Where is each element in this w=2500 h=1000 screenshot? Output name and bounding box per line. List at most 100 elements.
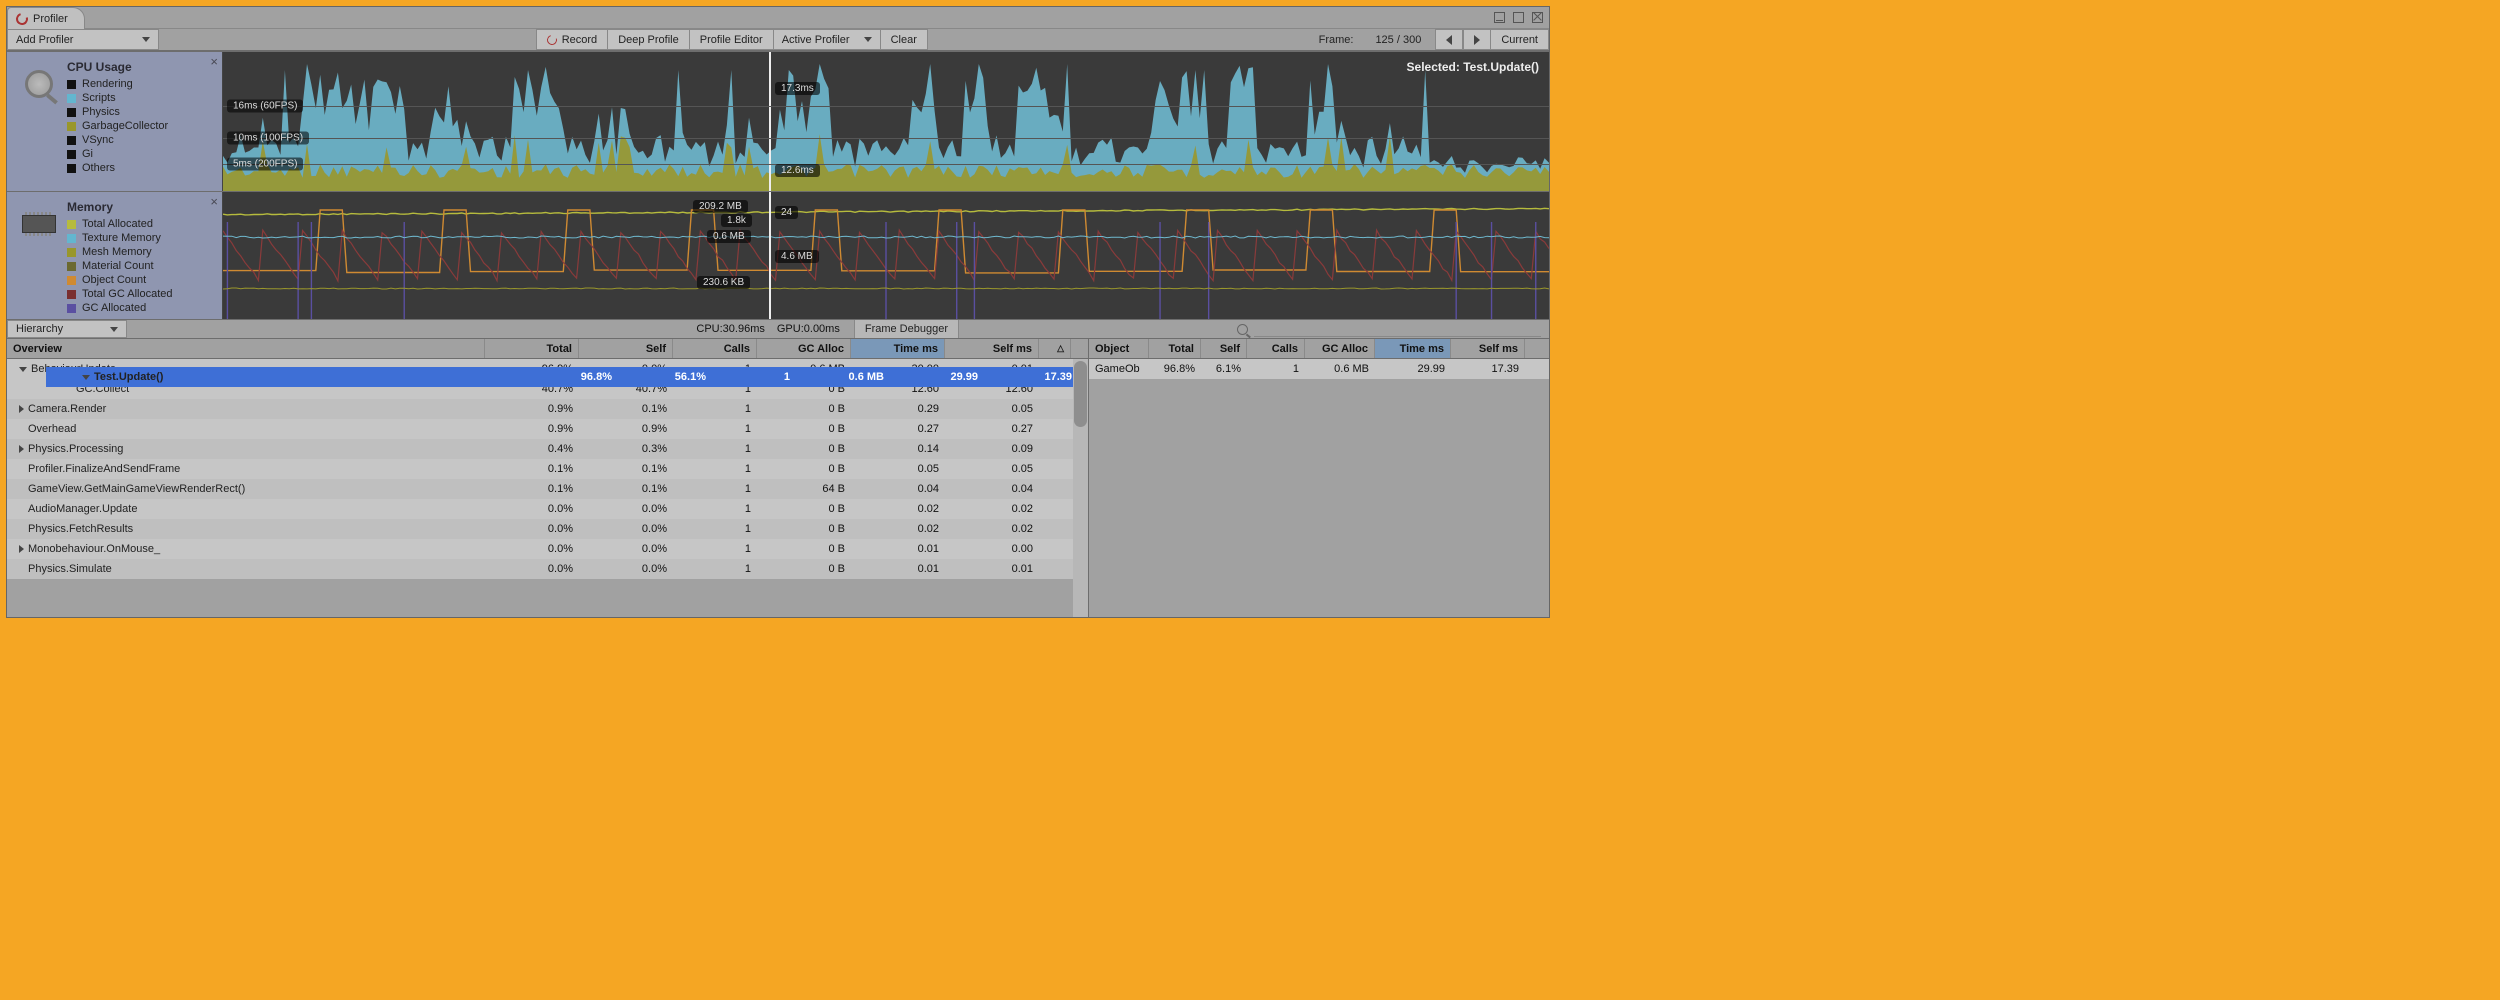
column-header[interactable]: GC Alloc — [757, 339, 851, 358]
swatch-icon — [67, 122, 76, 131]
active-profiler-dropdown[interactable]: Active Profiler — [774, 29, 881, 50]
arrow-left-icon — [1446, 35, 1452, 45]
legend-item[interactable]: Rendering — [67, 77, 212, 91]
memory-chart-svg — [223, 192, 1549, 319]
table-row[interactable]: Camera.Render0.9%0.1%10 B0.290.05 — [7, 399, 1088, 419]
memory-title: Memory — [67, 200, 212, 214]
table-row[interactable]: Profiler.FinalizeAndSendFrame0.1%0.1%10 … — [7, 459, 1088, 479]
memory-panel: × Memory Total AllocatedTexture MemoryMe… — [7, 191, 1549, 319]
current-button[interactable]: Current — [1491, 29, 1549, 50]
close-icon[interactable] — [1532, 12, 1543, 23]
view-mode-dropdown[interactable]: Hierarchy — [7, 320, 127, 338]
record-button[interactable]: Record — [536, 29, 608, 50]
cpu-stat: CPU:30.96ms — [690, 320, 770, 338]
table-row[interactable]: Physics.FetchResults0.0%0.0%10 B0.020.02 — [7, 519, 1088, 539]
column-header[interactable]: Total — [485, 339, 579, 358]
value-label: 12.6ms — [775, 164, 820, 177]
table-header: OverviewTotalSelfCallsGC AllocTime msSel… — [7, 339, 1088, 359]
clear-button[interactable]: Clear — [881, 29, 928, 50]
scrollbar-thumb[interactable] — [1074, 361, 1087, 427]
search-icon — [1237, 324, 1248, 335]
minimize-icon[interactable] — [1494, 12, 1505, 23]
column-header[interactable]: Self ms — [945, 339, 1039, 358]
table-body[interactable]: BehaviourUpdate96.9%0.0%10.6 MB30.000.01… — [7, 359, 1088, 617]
profile-editor-button[interactable]: Profile Editor — [690, 29, 774, 50]
table-row[interactable]: GameView.GetMainGameViewRenderRect()0.1%… — [7, 479, 1088, 499]
legend-item[interactable]: Object Count — [67, 273, 212, 287]
memory-graph[interactable]: 209.2 MB1.8k0.6 MB230.6 KB 244.6 MB — [223, 192, 1549, 319]
maximize-icon[interactable] — [1513, 12, 1524, 23]
frame-value: 125 / 300 — [1375, 34, 1421, 46]
legend-item[interactable]: Mesh Memory — [67, 245, 212, 259]
legend-item[interactable]: GC Allocated — [67, 301, 212, 315]
column-header[interactable]: Self — [579, 339, 673, 358]
column-header[interactable]: Calls — [673, 339, 757, 358]
frame-cursor[interactable] — [769, 52, 771, 191]
column-header[interactable]: Total — [1149, 339, 1201, 358]
frame-label: Frame: — [1319, 34, 1354, 46]
column-header[interactable]: Time ms — [851, 339, 945, 358]
column-header[interactable]: Self ms — [1451, 339, 1525, 358]
tab-profiler[interactable]: Profiler — [7, 7, 85, 29]
table-row[interactable]: Physics.Simulate0.0%0.0%10 B0.010.01 — [7, 559, 1088, 579]
legend-item[interactable]: Gi — [67, 147, 212, 161]
swatch-icon — [67, 304, 76, 313]
value-label: 1.8k — [721, 214, 752, 227]
deep-profile-button[interactable]: Deep Profile — [608, 29, 690, 50]
column-header[interactable]: Calls — [1247, 339, 1305, 358]
column-header[interactable]: Self — [1201, 339, 1247, 358]
legend-item[interactable]: Material Count — [67, 259, 212, 273]
scrollbar[interactable] — [1073, 359, 1088, 617]
frame-cursor[interactable] — [769, 192, 771, 319]
chevron-down-icon — [110, 327, 118, 332]
expand-icon[interactable] — [19, 545, 24, 553]
table-row[interactable]: AudioManager.Update0.0%0.0%10 B0.020.02 — [7, 499, 1088, 519]
ram-chip-icon — [21, 206, 57, 242]
legend-item[interactable]: VSync — [67, 133, 212, 147]
close-icon[interactable]: × — [210, 194, 218, 209]
legend-item[interactable]: Texture Memory — [67, 231, 212, 245]
table-row[interactable]: Overhead0.9%0.9%10 B0.270.27 — [7, 419, 1088, 439]
table-row[interactable]: GameOb96.8%6.1%10.6 MB29.9917.39 — [1089, 359, 1549, 379]
value-label: 209.2 MB — [693, 200, 748, 213]
memory-legend[interactable]: × Memory Total AllocatedTexture MemoryMe… — [7, 192, 223, 319]
table-row[interactable]: Physics.Processing0.4%0.3%10 B0.140.09 — [7, 439, 1088, 459]
cpu-graph[interactable]: Selected: Test.Update() 16ms (60FPS)10ms… — [223, 52, 1549, 191]
prev-frame-button[interactable] — [1435, 29, 1463, 50]
column-header[interactable]: Time ms — [1375, 339, 1451, 358]
legend-item[interactable]: GarbageCollector — [67, 119, 212, 133]
window-controls — [1488, 7, 1549, 29]
table-row[interactable]: Test.Update()96.8%56.1%10.6 MB29.9917.39 — [46, 367, 1078, 387]
column-header[interactable]: △ — [1039, 339, 1071, 358]
search-field[interactable] — [1229, 320, 1549, 338]
expand-icon[interactable] — [19, 367, 27, 372]
column-header[interactable]: Object — [1089, 339, 1149, 358]
legend-item[interactable]: Others — [67, 161, 212, 175]
swatch-icon — [67, 262, 76, 271]
swatch-icon — [67, 248, 76, 257]
legend-item[interactable]: Total GC Allocated — [67, 287, 212, 301]
close-icon[interactable]: × — [210, 54, 218, 69]
column-header[interactable]: Overview — [7, 339, 485, 358]
legend-item[interactable]: Scripts — [67, 91, 212, 105]
expand-icon[interactable] — [19, 405, 24, 413]
value-label: 4.6 MB — [775, 250, 819, 263]
search-input[interactable] — [1254, 322, 1541, 337]
frame-debugger-button[interactable]: Frame Debugger — [854, 320, 959, 338]
swatch-icon — [67, 94, 76, 103]
next-frame-button[interactable] — [1463, 29, 1491, 50]
tab-label: Profiler — [33, 13, 68, 25]
table-row[interactable]: Monobehaviour.OnMouse_0.0%0.0%10 B0.010.… — [7, 539, 1088, 559]
legend-item[interactable]: Physics — [67, 105, 212, 119]
legend-item[interactable]: Total Allocated — [67, 217, 212, 231]
column-header[interactable]: GC Alloc — [1305, 339, 1375, 358]
expand-icon[interactable] — [19, 445, 24, 453]
stopwatch-icon — [14, 10, 30, 26]
table-body[interactable]: GameOb96.8%6.1%10.6 MB29.9917.39 — [1089, 359, 1549, 617]
value-label: 230.6 KB — [697, 276, 750, 289]
swatch-icon — [67, 220, 76, 229]
cpu-legend[interactable]: × CPU Usage RenderingScriptsPhysicsGarba… — [7, 52, 223, 191]
expand-icon[interactable] — [82, 375, 90, 380]
swatch-icon — [67, 234, 76, 243]
add-profiler-dropdown[interactable]: Add Profiler — [7, 29, 159, 50]
